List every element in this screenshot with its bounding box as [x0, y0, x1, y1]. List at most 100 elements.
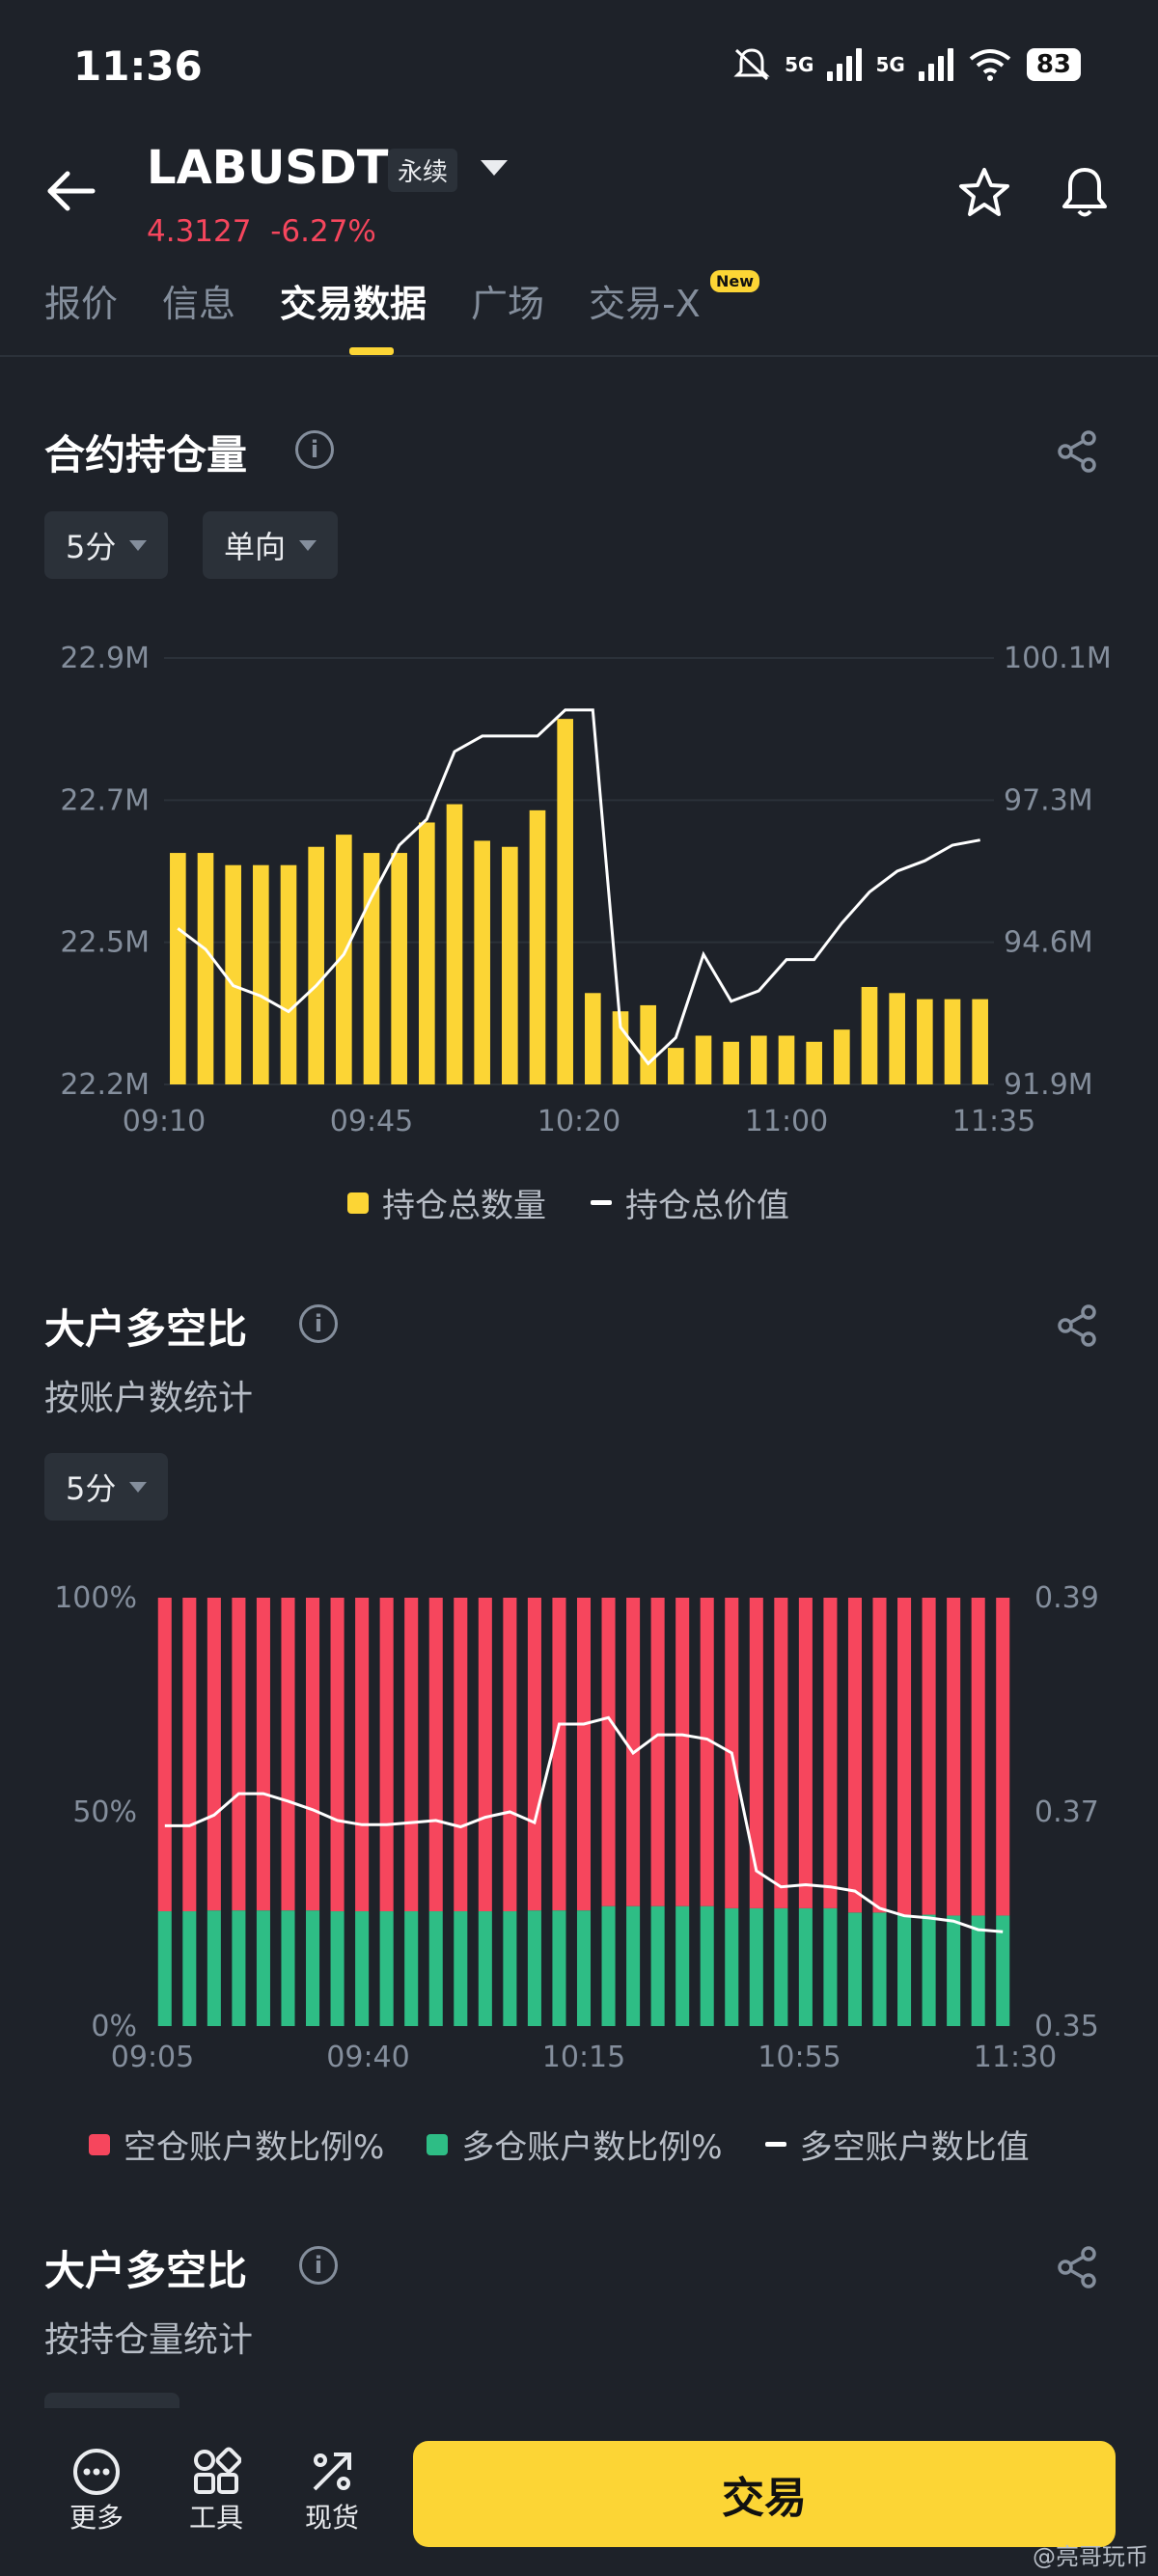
open-interest-chart: 22.9M 100.1M 22.7M 97.3M 22.5M 94.6M 22.2M 91.9… — [60, 642, 1111, 1138]
short-bar — [503, 1598, 517, 1912]
legend-swatch-qty — [347, 1192, 369, 1214]
oi-bar — [834, 1029, 850, 1084]
long-bar — [355, 1911, 370, 2026]
interval-select[interactable]: 5分 — [44, 511, 169, 579]
long-bar — [626, 1905, 641, 2026]
long-bar — [676, 1905, 690, 2026]
y-tick-left: 22.7M — [60, 783, 150, 817]
x-tick: 09:05 — [111, 2041, 194, 2074]
short-bar — [947, 1598, 961, 1916]
long-bar — [404, 1911, 419, 2026]
trade-button[interactable]: 交易 — [413, 2441, 1116, 2547]
favorite-star-icon[interactable] — [957, 166, 1011, 218]
long-bar — [749, 1907, 763, 2026]
oi-value-line — [177, 708, 980, 1066]
spot-arrows-icon — [313, 2453, 351, 2491]
short-bar — [428, 1598, 443, 1912]
y-tick-right: 94.6M — [1004, 926, 1093, 960]
tab-square[interactable]: 广场 — [471, 274, 544, 327]
signal-icon-2 — [918, 48, 953, 81]
nav-more[interactable]: 更多 — [69, 2447, 124, 2535]
tab-quote[interactable]: 报价 — [44, 274, 118, 327]
y-tick-left: 0% — [91, 2010, 137, 2043]
tab-info[interactable]: 信息 — [162, 274, 235, 327]
short-bar — [774, 1598, 788, 1908]
tab-trade-x[interactable]: 交易-X — [589, 274, 701, 327]
oi-bar — [723, 1041, 739, 1084]
x-tick: 11:30 — [974, 2041, 1057, 2074]
oi-bar — [529, 809, 546, 1084]
share-icon[interactable] — [1056, 430, 1098, 473]
alert-bell-icon[interactable] — [1058, 164, 1112, 220]
long-bar — [922, 1914, 936, 2026]
long-bar — [454, 1911, 468, 2026]
network-5g-1: 5G — [785, 53, 814, 76]
top-ratio-accounts-chart: 100% 0.39 50% 0.37 0% 0.35 09:05 09:40 10:15 10:5… — [54, 1581, 1099, 2074]
oi-bar — [972, 999, 988, 1084]
short-bar — [478, 1598, 492, 1912]
long-bar — [527, 1910, 541, 2026]
price-change: -6.27% — [270, 214, 376, 249]
nav-tools-label: 工具 — [189, 2502, 244, 2534]
share-icon[interactable] — [1056, 2246, 1098, 2288]
oi-bar — [391, 853, 407, 1084]
long-bar — [798, 1907, 813, 2026]
top-ratio-accounts-subtitle: 按账户数统计 — [44, 1379, 254, 1418]
short-bar — [922, 1598, 936, 1915]
back-arrow-icon[interactable] — [46, 170, 96, 212]
x-tick: 10:55 — [758, 2041, 841, 2074]
x-tick: 10:20 — [538, 1105, 620, 1138]
y-tick-left: 22.9M — [60, 642, 150, 675]
share-icon[interactable] — [1056, 1304, 1098, 1347]
oi-bar — [308, 846, 324, 1084]
long-bar — [601, 1905, 616, 2026]
legend-value: 持仓总价值 — [625, 1187, 789, 1225]
mute-bell-icon — [733, 48, 770, 81]
short-bar — [601, 1598, 616, 1906]
long-bar — [725, 1907, 739, 2026]
long-bar — [897, 1914, 912, 2026]
tools-grid-icon — [194, 2447, 241, 2494]
long-bar — [823, 1907, 838, 2026]
long-bar — [306, 1910, 320, 2026]
long-bar — [774, 1907, 788, 2026]
oi-bar — [197, 853, 214, 1084]
watermark: @亮哥玩币 — [1033, 2543, 1148, 2570]
oi-bar — [170, 853, 186, 1084]
status-icons: 5G 5G 83 — [732, 46, 1081, 83]
signal-icon — [827, 48, 863, 81]
oi-bar — [419, 822, 435, 1084]
long-bar — [503, 1911, 517, 2026]
oi-bar — [778, 1035, 795, 1084]
symbol-title[interactable]: LABUSDT — [147, 141, 388, 195]
x-tick: 10:15 — [542, 2041, 625, 2074]
y-tick-right: 0.39 — [1034, 1581, 1099, 1615]
legend-qty: 持仓总数量 — [382, 1187, 546, 1225]
nav-spot[interactable]: 现货 — [305, 2447, 359, 2535]
short-bar — [798, 1598, 813, 1908]
status-time: 11:36 — [73, 42, 203, 90]
top-ratio-accounts-legend: 空仓账户数比例% 多仓账户数比例% 多空账户数比值 — [89, 2121, 1030, 2168]
contract-type-badge: 永续 — [388, 149, 458, 192]
long-bar — [182, 1911, 197, 2026]
symbol-dropdown-icon[interactable] — [481, 160, 508, 176]
y-tick-right: 0.35 — [1034, 2010, 1099, 2043]
short-bar — [847, 1598, 862, 1913]
info-icon[interactable]: i — [295, 430, 334, 469]
long-bar — [650, 1905, 665, 2026]
short-bar — [650, 1598, 665, 1906]
oi-bar — [446, 804, 463, 1084]
long-bar — [947, 1915, 961, 2026]
dropdown-icon — [299, 539, 317, 551]
short-bar — [281, 1598, 295, 1911]
oi-bar — [668, 1048, 684, 1084]
long-bar — [872, 1912, 887, 2026]
interval-select[interactable]: 5分 — [44, 1453, 169, 1521]
tab-trading-data[interactable]: 交易数据 — [280, 274, 427, 327]
info-icon[interactable]: i — [299, 1304, 338, 1343]
short-bar — [527, 1598, 541, 1911]
info-icon[interactable]: i — [299, 2246, 338, 2285]
direction-select[interactable]: 单向 — [203, 511, 339, 579]
oi-bar — [751, 1035, 767, 1084]
nav-tools[interactable]: 工具 — [189, 2447, 243, 2535]
